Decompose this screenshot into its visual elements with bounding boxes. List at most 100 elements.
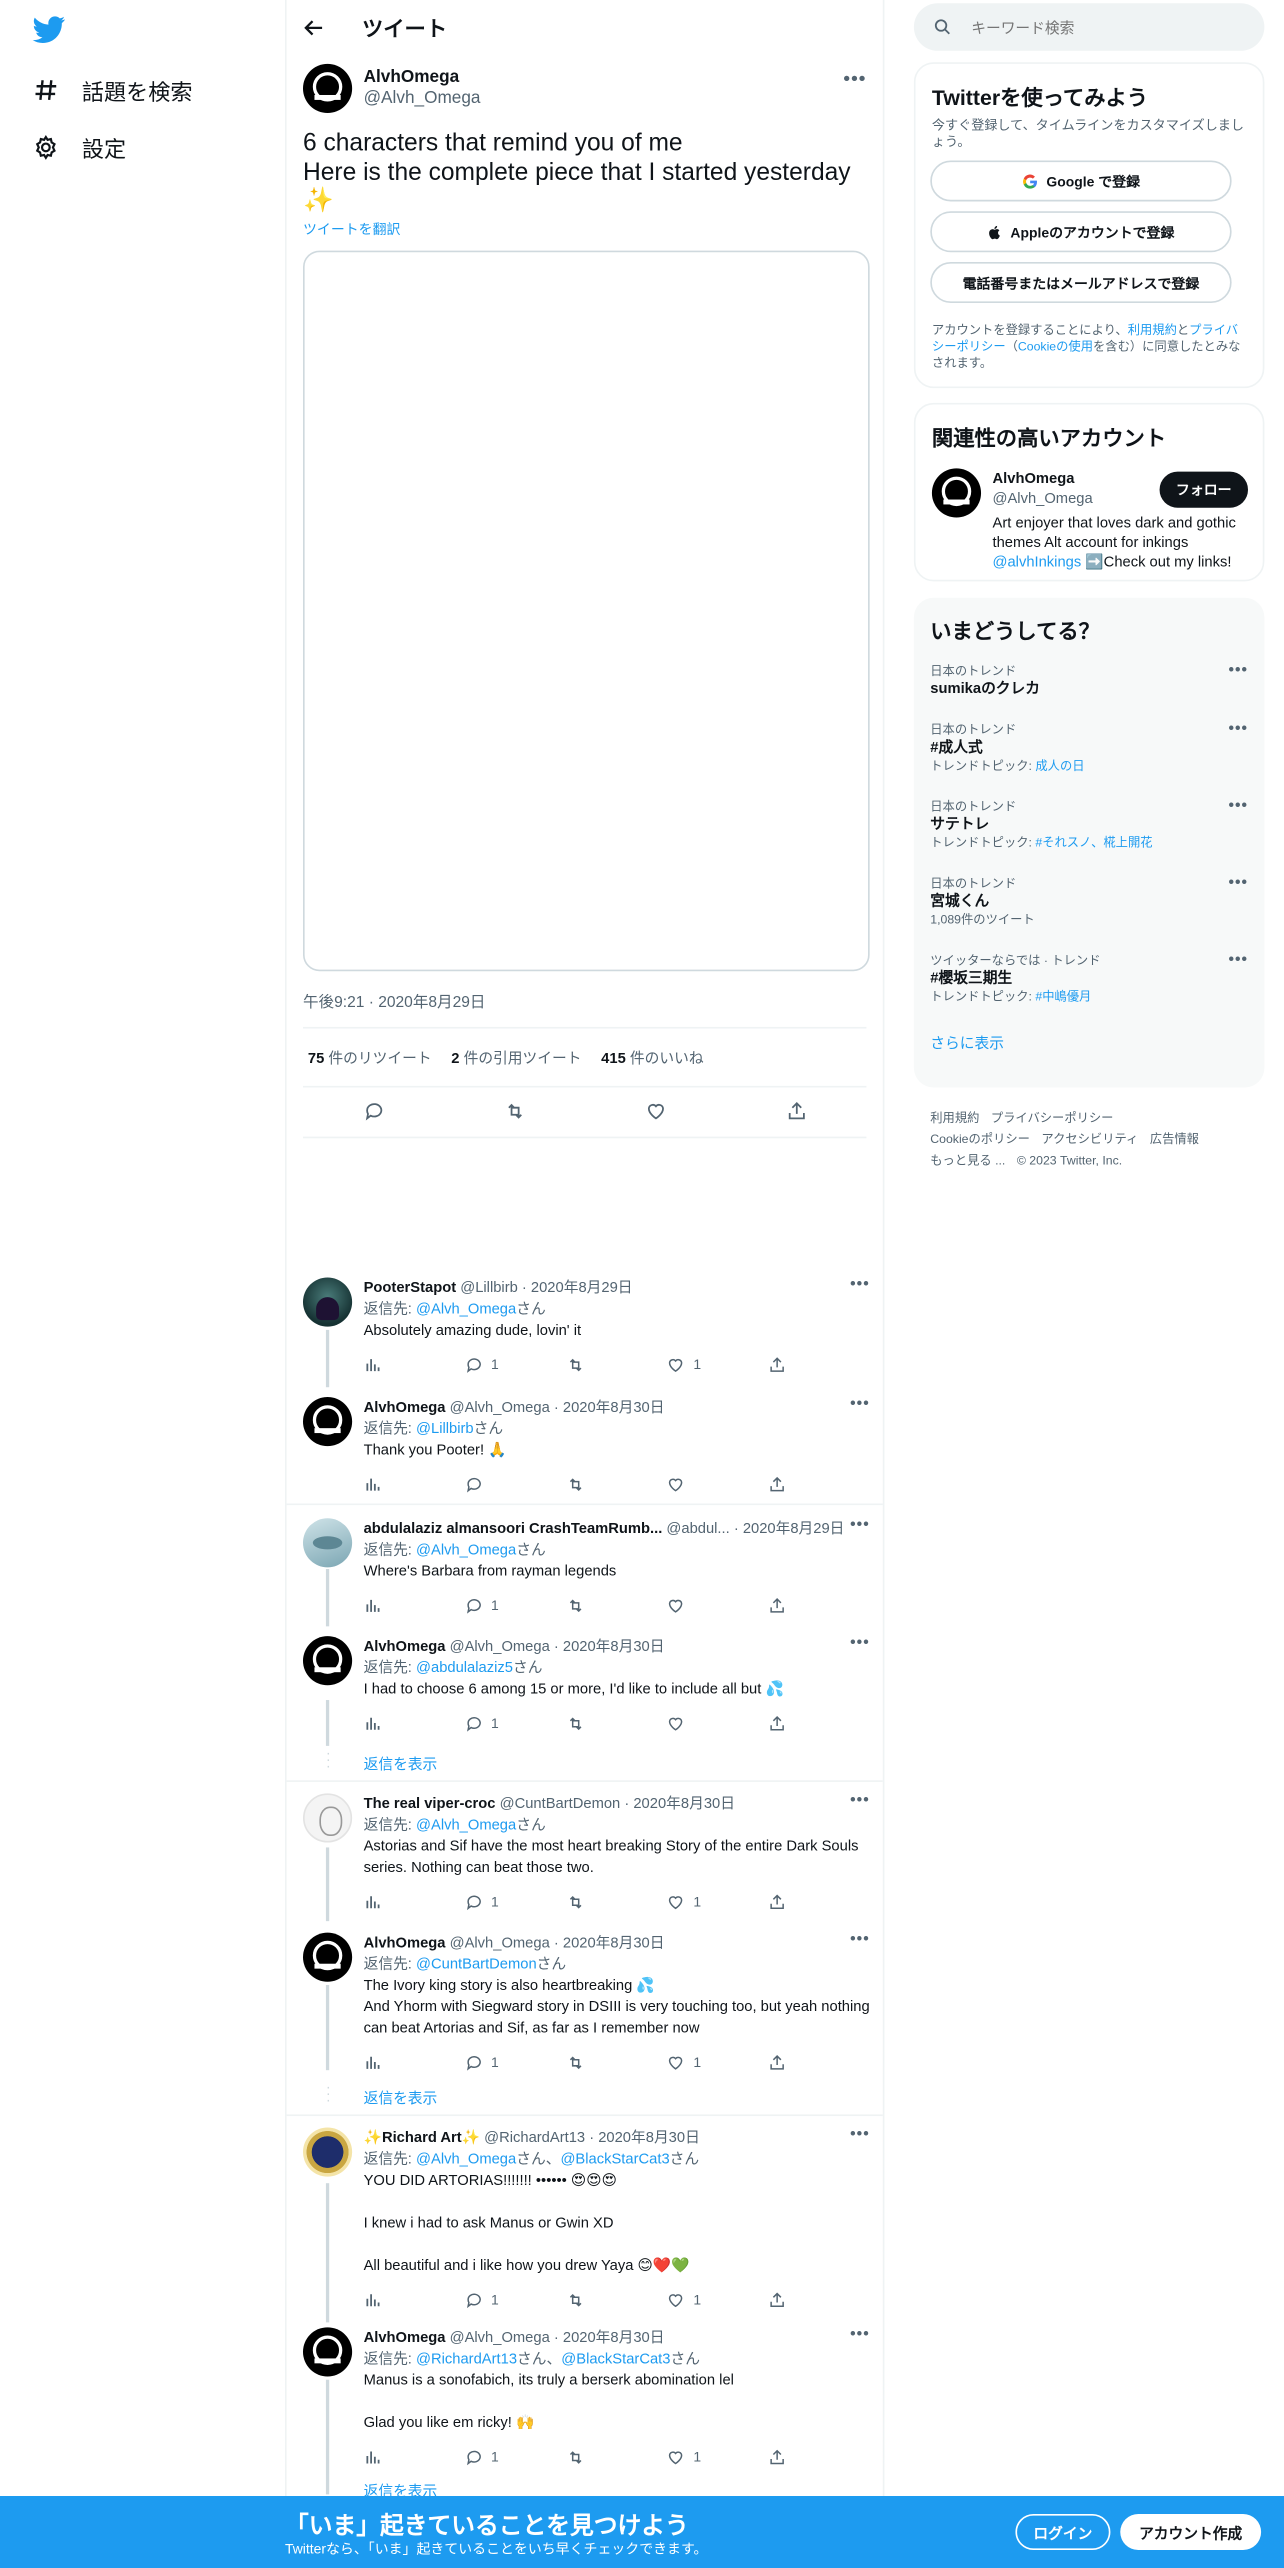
retweet-button[interactable] (566, 1355, 667, 1373)
more-options-icon[interactable]: ••• (850, 1931, 870, 1949)
like-count[interactable]: 415 件のいいね (601, 1046, 703, 1067)
footer-terms[interactable]: 利用規約 (930, 1110, 979, 1125)
reply-button[interactable] (465, 1475, 566, 1493)
like-button[interactable]: 1 (667, 2446, 768, 2467)
retweet-button[interactable] (566, 1475, 667, 1493)
more-options-icon[interactable]: ••• (1228, 875, 1248, 893)
footer-privacy[interactable]: プライバシーポリシー (991, 1110, 1114, 1125)
reply-tweet[interactable]: ••• abdulalaziz almansoori CrashTeamRumb… (302, 1517, 870, 1616)
nav-settings[interactable]: 設定 (33, 131, 126, 164)
phone-email-signup-button[interactable]: 電話番号またはメールアドレスで登録 (930, 262, 1232, 303)
like-icon[interactable] (644, 1101, 665, 1122)
more-options-icon[interactable]: ••• (850, 2126, 870, 2144)
reply-button[interactable]: 1 (465, 2289, 566, 2310)
author-display-name[interactable]: AlvhOmega (364, 67, 481, 88)
like-button[interactable]: 1 (667, 2051, 768, 2072)
views-button[interactable] (364, 1355, 465, 1373)
footer-accessibility[interactable]: アクセシビリティ (1041, 1132, 1138, 1147)
tweet-timestamp[interactable]: 午後9:21 · 2020年8月29日 (302, 988, 867, 1028)
reply-author[interactable]: AlvhOmega (364, 1934, 446, 1950)
share-button[interactable] (768, 1892, 869, 1910)
mention-link[interactable]: @CuntBartDemon (416, 1956, 537, 1972)
reply-button[interactable]: 1 (465, 2051, 566, 2072)
reply-tweet[interactable]: ••• AlvhOmega @Alvh_Omega · 2020年8月30日 返… (302, 1635, 870, 1734)
avatar[interactable] (302, 2327, 353, 2377)
reply-button[interactable]: 1 (465, 1891, 566, 1912)
mention-link[interactable]: @abdulalaziz5 (416, 1659, 513, 1675)
mention-link[interactable]: @Lillbirb (416, 1420, 474, 1436)
reply-author[interactable]: AlvhOmega (364, 1399, 446, 1415)
apple-signup-button[interactable]: Appleのアカウントで登録 (930, 211, 1232, 253)
quote-count[interactable]: 2 件の引用ツイート (451, 1046, 581, 1067)
like-button[interactable] (667, 1475, 768, 1493)
like-button[interactable]: 1 (667, 2289, 768, 2310)
reply-tweet[interactable]: ••• AlvhOmega @Alvh_Omega · 2020年8月30日 返… (302, 2326, 870, 2468)
reply-tweet[interactable]: ••• PooterStapot @Lillbirb · 2020年8月29日 … (302, 1276, 870, 1375)
avatar[interactable] (302, 1277, 353, 1327)
views-button[interactable] (364, 2448, 465, 2466)
search-input[interactable] (971, 18, 1234, 36)
mention-link[interactable]: @Alvh_Omega (416, 2150, 516, 2166)
share-button[interactable] (768, 1714, 869, 1732)
avatar[interactable] (302, 1397, 353, 1447)
mention-link[interactable]: @Alvh_Omega (416, 1541, 516, 1557)
retweet-count[interactable]: 75 件のリツイート (308, 1046, 432, 1067)
retweet-button[interactable] (566, 1892, 667, 1910)
retweet-button[interactable] (566, 1714, 667, 1732)
like-button[interactable] (667, 1714, 768, 1732)
trend-item[interactable]: 日本のトレンド サテトレ トレンドトピック: #それスノ、椛上開花 ••• (930, 798, 1248, 852)
show-replies-link[interactable]: 返信を表示 (364, 2087, 438, 2108)
reply-author[interactable]: abdulalaziz almansoori CrashTeamRumb... (364, 1520, 663, 1536)
mention-link[interactable]: @Alvh_Omega (416, 1300, 516, 1316)
terms-link[interactable]: 利用規約 (1128, 323, 1177, 338)
like-button[interactable] (667, 1596, 768, 1614)
like-button[interactable]: 1 (667, 1891, 768, 1912)
share-button[interactable] (768, 1596, 869, 1614)
footer-ads[interactable]: 広告情報 (1150, 1132, 1199, 1147)
reply-icon[interactable] (363, 1101, 384, 1122)
reply-button[interactable]: 1 (465, 2446, 566, 2467)
translate-link[interactable]: ツイートを翻訳 (303, 219, 866, 239)
views-button[interactable] (364, 2053, 465, 2071)
reply-tweet[interactable]: ••• The real viper-croc @CuntBartDemon ·… (302, 1792, 870, 1913)
share-button[interactable] (768, 1475, 869, 1493)
tweet-media[interactable] (302, 249, 870, 971)
avatar[interactable] (302, 1636, 353, 1686)
trend-item[interactable]: ツイッターならでは · トレンド #櫻坂三期生 トレンドトピック: #中嶋優月 … (930, 952, 1248, 1006)
more-options-icon[interactable]: ••• (1228, 952, 1248, 970)
reply-author[interactable]: AlvhOmega (364, 1638, 446, 1654)
avatar[interactable] (302, 1518, 353, 1568)
twitter-logo-icon[interactable] (32, 13, 66, 46)
signup-button[interactable]: アカウント作成 (1120, 2514, 1262, 2551)
retweet-button[interactable] (566, 2290, 667, 2308)
more-options-icon[interactable]: ••• (850, 1792, 870, 1810)
more-options-icon[interactable]: ••• (850, 1517, 870, 1535)
views-button[interactable] (364, 1475, 465, 1493)
retweet-button[interactable] (566, 1596, 667, 1614)
share-button[interactable] (768, 2053, 869, 2071)
views-button[interactable] (364, 1596, 465, 1614)
trend-item[interactable]: 日本のトレンド sumikaのクレカ ••• (930, 662, 1248, 698)
mention-link[interactable]: @BlackStarCat3 (560, 2150, 669, 2166)
views-button[interactable] (364, 2290, 465, 2308)
avatar[interactable] (302, 63, 353, 114)
more-options-icon[interactable]: ••• (850, 1635, 870, 1653)
more-options-icon[interactable]: ••• (1228, 798, 1248, 816)
share-icon[interactable] (785, 1101, 806, 1122)
like-button[interactable]: 1 (667, 1354, 768, 1375)
retweet-button[interactable] (566, 2448, 667, 2466)
trend-item[interactable]: 日本のトレンド 宮城くん 1,089件のツイート ••• (930, 875, 1248, 929)
google-signup-button[interactable]: Google で登録 (930, 160, 1232, 202)
footer-more[interactable]: もっと見る ... (930, 1153, 1005, 1168)
search-bar[interactable] (913, 3, 1265, 51)
reply-button[interactable]: 1 (465, 1594, 566, 1615)
reply-tweet[interactable]: ••• AlvhOmega @Alvh_Omega · 2020年8月30日 返… (302, 1931, 870, 2074)
reply-author[interactable]: ✨Richard Art✨ (364, 2129, 480, 2145)
reply-button[interactable]: 1 (465, 1354, 566, 1375)
avatar[interactable] (302, 1932, 353, 1982)
follow-button[interactable]: フォロー (1159, 471, 1249, 508)
share-button[interactable] (768, 2290, 869, 2308)
trend-item[interactable]: 日本のトレンド #成人式 トレンドトピック: 成人の日 ••• (930, 721, 1248, 775)
show-replies-link[interactable]: 返信を表示 (364, 1752, 438, 1773)
mention-link[interactable]: @alvhInkings (993, 554, 1082, 570)
